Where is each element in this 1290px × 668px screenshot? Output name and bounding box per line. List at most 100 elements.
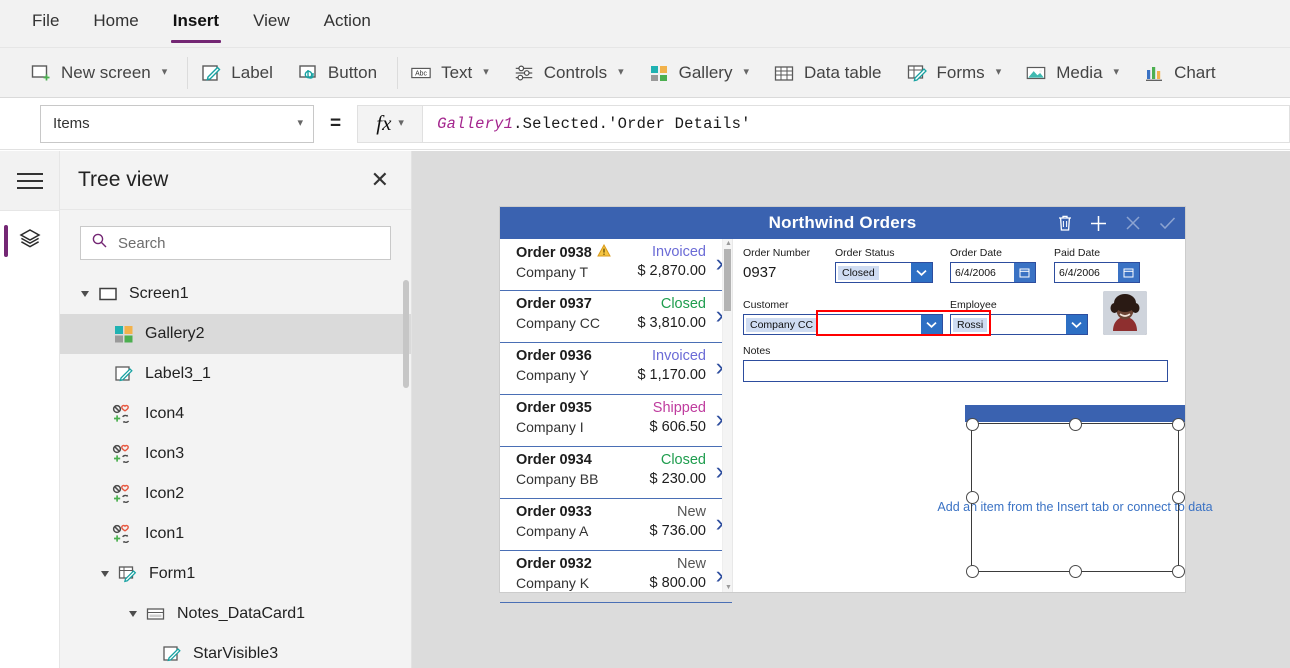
save-icon[interactable] [1158, 214, 1177, 232]
cancel-icon[interactable] [1124, 214, 1142, 232]
tree-item-icon4[interactable]: Icon4 [60, 394, 411, 434]
company-name: Company I [516, 419, 584, 435]
expander-icon[interactable] [94, 570, 116, 578]
expander-icon[interactable] [74, 290, 96, 298]
menu-item-file[interactable]: File [30, 12, 61, 35]
gallery-scrollbar-thumb[interactable] [724, 249, 731, 311]
search-input[interactable] [118, 234, 380, 252]
tree-item-label3-1[interactable]: Label3_1 [60, 354, 411, 394]
resize-handle-top-center[interactable] [1068, 417, 1082, 431]
order-status-dropdown[interactable]: Closed [835, 262, 933, 283]
tree-item-icon2[interactable]: Icon2 [60, 474, 411, 514]
tree-item-label: StarVisible3 [193, 645, 279, 662]
gallery-item[interactable]: Order 0936 Company Y Invoiced $ 1,170.00… [500, 343, 732, 395]
menu-bar: File Home Insert View Action [0, 0, 1290, 48]
app-header: Northwind Orders [500, 207, 1185, 239]
label-icon [160, 642, 184, 666]
order-status: Closed [660, 452, 706, 468]
calendar-icon[interactable] [1014, 263, 1035, 282]
add-icon[interactable] [1089, 214, 1108, 233]
ribbon-gallery-button[interactable]: Gallery ▾ [640, 48, 765, 97]
icon-set-icon [112, 442, 136, 466]
new-screen-icon [30, 62, 52, 84]
gallery-icon [112, 322, 136, 346]
scroll-up-icon[interactable]: ▲ [725, 240, 732, 247]
chevron-down-icon[interactable] [1066, 315, 1087, 334]
tree-search-box[interactable] [80, 226, 391, 260]
ribbon-data-table-button[interactable]: Data table [765, 48, 898, 97]
layers-icon [17, 226, 43, 257]
resize-handle-bottom-right[interactable] [1171, 564, 1185, 578]
chevron-down-icon: ▾ [297, 117, 303, 129]
tree-item-label: Icon4 [145, 405, 185, 422]
chevron-down-icon[interactable] [911, 263, 932, 282]
order-date-label: Order Date [950, 247, 1002, 259]
order-status: New [676, 556, 706, 572]
menu-item-action[interactable]: Action [322, 12, 373, 35]
scroll-down-icon[interactable]: ▼ [725, 584, 732, 591]
order-date-picker[interactable]: 6/4/2006 [950, 262, 1036, 283]
tree-item-label: Notes_DataCard1 [177, 605, 306, 622]
formula-input[interactable]: Gallery1 .Selected.'Order Details' [423, 104, 1290, 143]
gallery-item[interactable]: Order 0938 Company T Invoiced $ 2,870.00 [500, 239, 732, 291]
menu-item-view[interactable]: View [251, 12, 292, 35]
resize-handle-top-right[interactable] [1171, 417, 1185, 431]
menu-item-home[interactable]: Home [91, 12, 140, 35]
property-selector[interactable]: Items ▾ [40, 104, 314, 143]
gallery-scrollbar[interactable]: ▲ ▼ [722, 239, 732, 592]
resize-handle-middle-left[interactable] [965, 491, 979, 504]
app-body: Order 0938 Company T Invoiced $ 2,870.00 [500, 239, 1213, 603]
tree-item-label: Screen1 [129, 285, 189, 302]
label-icon [200, 62, 222, 84]
ribbon-media-button[interactable]: Media ▾ [1017, 48, 1135, 97]
resize-handle-bottom-center[interactable] [1068, 564, 1082, 578]
notes-input[interactable] [743, 360, 1168, 382]
ribbon-text-button[interactable]: Abc Text ▾ [402, 48, 505, 97]
tree-item-gallery2[interactable]: Gallery2 [60, 314, 411, 354]
ribbon-new-screen-button[interactable]: New screen ▾ [22, 48, 183, 97]
order-date-value: 6/4/2006 [955, 266, 996, 279]
tree-item-starvisible3[interactable]: StarVisible3 [60, 634, 411, 668]
tree-item-screen1[interactable]: Screen1 [60, 274, 411, 314]
gallery-item[interactable]: Order 0934 Company BB Closed $ 230.00 › [500, 447, 732, 499]
equals-sign: = [330, 112, 342, 134]
order-amount: $ 606.50 [649, 419, 706, 435]
calendar-icon[interactable] [1118, 263, 1139, 282]
warning-icon [596, 243, 611, 261]
resize-handle-middle-right[interactable] [1171, 491, 1185, 504]
form-icon [116, 562, 140, 586]
ribbon-label-button[interactable]: Label [192, 48, 289, 97]
ribbon-forms-button[interactable]: Forms ▾ [898, 48, 1018, 97]
left-icon-rail [0, 151, 60, 668]
ribbon-chart-button[interactable]: Chart [1135, 48, 1232, 97]
controls-icon [513, 62, 535, 84]
tree-item-icon1[interactable]: Icon1 [60, 514, 411, 554]
form-row-1: Order Number 0937 Order Status Closed Or… [743, 247, 1173, 291]
gallery-item[interactable]: Order 0935 Company I Shipped $ 606.50 › [500, 395, 732, 447]
resize-handle-top-left[interactable] [965, 417, 979, 431]
resize-handle-bottom-left[interactable] [965, 564, 979, 578]
hamburger-menu-button[interactable] [0, 151, 59, 211]
gallery-item[interactable]: Order 0933 Company A New $ 736.00 › [500, 499, 732, 551]
paid-date-picker[interactable]: 6/4/2006 [1054, 262, 1140, 283]
app-title: Northwind Orders [768, 213, 917, 232]
tree-item-icon3[interactable]: Icon3 [60, 434, 411, 474]
formula-bar: Items ▾ = fx ▾ Gallery1 .Selected.'Order … [0, 98, 1290, 150]
gallery-item[interactable]: Order 0937 Company CC Closed $ 3,810.00 … [500, 291, 732, 343]
order-amount: $ 1,170.00 [637, 367, 706, 383]
ribbon-controls-button[interactable]: Controls ▾ [505, 48, 640, 97]
order-status-field: Order Status Closed [835, 247, 950, 283]
expander-icon[interactable] [122, 610, 144, 618]
ribbon-button-button[interactable]: Button [289, 48, 393, 97]
menu-item-insert[interactable]: Insert [170, 12, 222, 43]
tree-item-notes-datacard1[interactable]: Notes_DataCard1 [60, 594, 411, 634]
tree-scrollbar-thumb[interactable] [403, 280, 409, 388]
delete-icon[interactable] [1057, 214, 1073, 232]
tree-item-form1[interactable]: Form1 [60, 554, 411, 594]
order-status: New [676, 504, 706, 520]
close-icon[interactable]: ✕ [371, 169, 389, 191]
rail-item-tree-view[interactable] [0, 211, 59, 271]
gallery-item[interactable]: Order 0932 Company K New $ 800.00 › [500, 551, 732, 603]
tree-view-header: Tree view ✕ [60, 151, 411, 210]
fx-button[interactable]: fx ▾ [357, 104, 424, 143]
